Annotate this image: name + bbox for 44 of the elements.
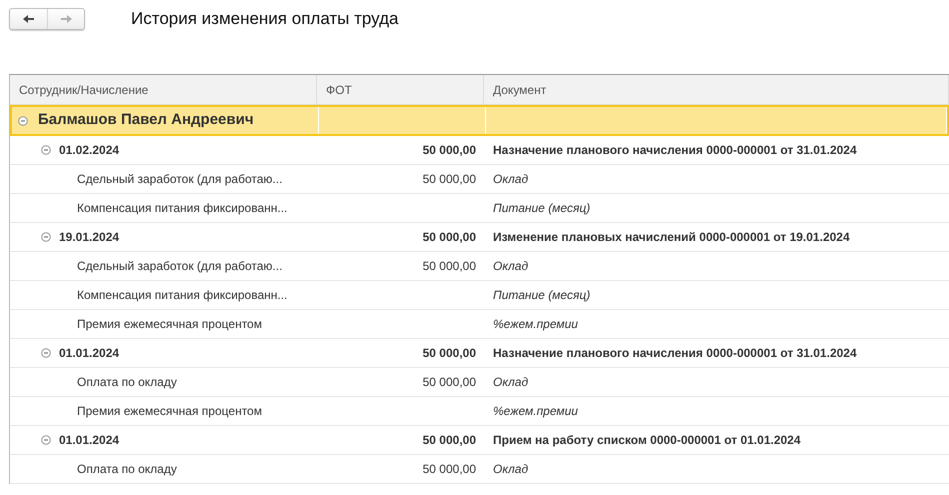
collapse-icon[interactable] bbox=[18, 116, 28, 126]
accrual-cell-text: Компенсация питания фиксированн... bbox=[77, 287, 288, 304]
accrual-cell-text: Оплата по окладу bbox=[77, 461, 177, 478]
amount-cell-text: 50 000,00 bbox=[422, 171, 476, 188]
document-cell-text: %ежем.премии bbox=[493, 316, 578, 333]
amount-cell-text: 50 000,00 bbox=[422, 345, 476, 362]
left-arrow-icon bbox=[22, 14, 35, 24]
employee-name: Балмашов Павел Андреевич bbox=[37, 110, 254, 130]
document-cell-text: Оклад bbox=[493, 258, 528, 275]
document-cell[interactable]: Назначение планового начисления 0000-000001 от 31.01.2024 bbox=[493, 141, 857, 159]
accrual-cell-text: Сдельный заработок (для работаю... bbox=[77, 258, 282, 275]
accrual-cell-text: Премия ежемесячная процентом bbox=[77, 316, 262, 333]
amount-cell-text: 50 000,00 bbox=[422, 461, 476, 478]
document-cell-text: Оклад bbox=[493, 171, 528, 188]
accrual-cell-text: Компенсация питания фиксированн... bbox=[77, 200, 288, 217]
collapse-icon[interactable] bbox=[41, 435, 51, 445]
amount-cell-text: 50 000,00 bbox=[422, 374, 476, 391]
amount-cell-text: 50 000,00 bbox=[422, 432, 476, 449]
document-cell-text: Питание (месяц) bbox=[493, 287, 590, 304]
collapse-icon[interactable] bbox=[41, 232, 51, 242]
document-cell-text: Оклад bbox=[493, 374, 528, 391]
accrual-cell-text: Сдельный заработок (для работаю... bbox=[77, 171, 282, 188]
document-cell[interactable]: Прием на работу списком 0000-000001 от 01.01.2024 bbox=[493, 431, 801, 449]
column-header[interactable]: ФОТ bbox=[317, 75, 484, 104]
document-cell[interactable]: Назначение планового начисления 0000-000001 от 31.01.2024 bbox=[493, 344, 857, 362]
collapse-icon[interactable] bbox=[41, 145, 51, 155]
right-arrow-icon bbox=[60, 14, 72, 24]
date-cell-text: 01.01.2024 bbox=[59, 345, 120, 362]
window-title: История изменения оплаты труда bbox=[131, 8, 398, 30]
date-cell-text: 01.01.2024 bbox=[59, 432, 120, 449]
accrual-cell-text: Премия ежемесячная процентом bbox=[77, 403, 262, 420]
column-header[interactable]: Сотрудник/Начисление bbox=[10, 75, 317, 104]
document-cell-text: Питание (месяц) bbox=[493, 200, 590, 217]
date-cell-text: 19.01.2024 bbox=[59, 229, 120, 246]
collapse-icon[interactable] bbox=[41, 348, 51, 358]
column-header[interactable]: Документ bbox=[484, 75, 949, 104]
document-cell-text: %ежем.премии bbox=[493, 403, 578, 420]
accrual-cell-text: Оплата по окладу bbox=[77, 374, 177, 391]
amount-cell-text: 50 000,00 bbox=[422, 142, 476, 159]
document-cell-text: Оклад bbox=[493, 461, 528, 478]
amount-cell-text: 50 000,00 bbox=[422, 258, 476, 275]
document-cell[interactable]: Изменение плановых начислений 0000-000001 от 19.01.2024 bbox=[493, 228, 850, 246]
date-cell-text: 01.02.2024 bbox=[59, 142, 120, 159]
amount-cell-text: 50 000,00 bbox=[422, 229, 476, 246]
